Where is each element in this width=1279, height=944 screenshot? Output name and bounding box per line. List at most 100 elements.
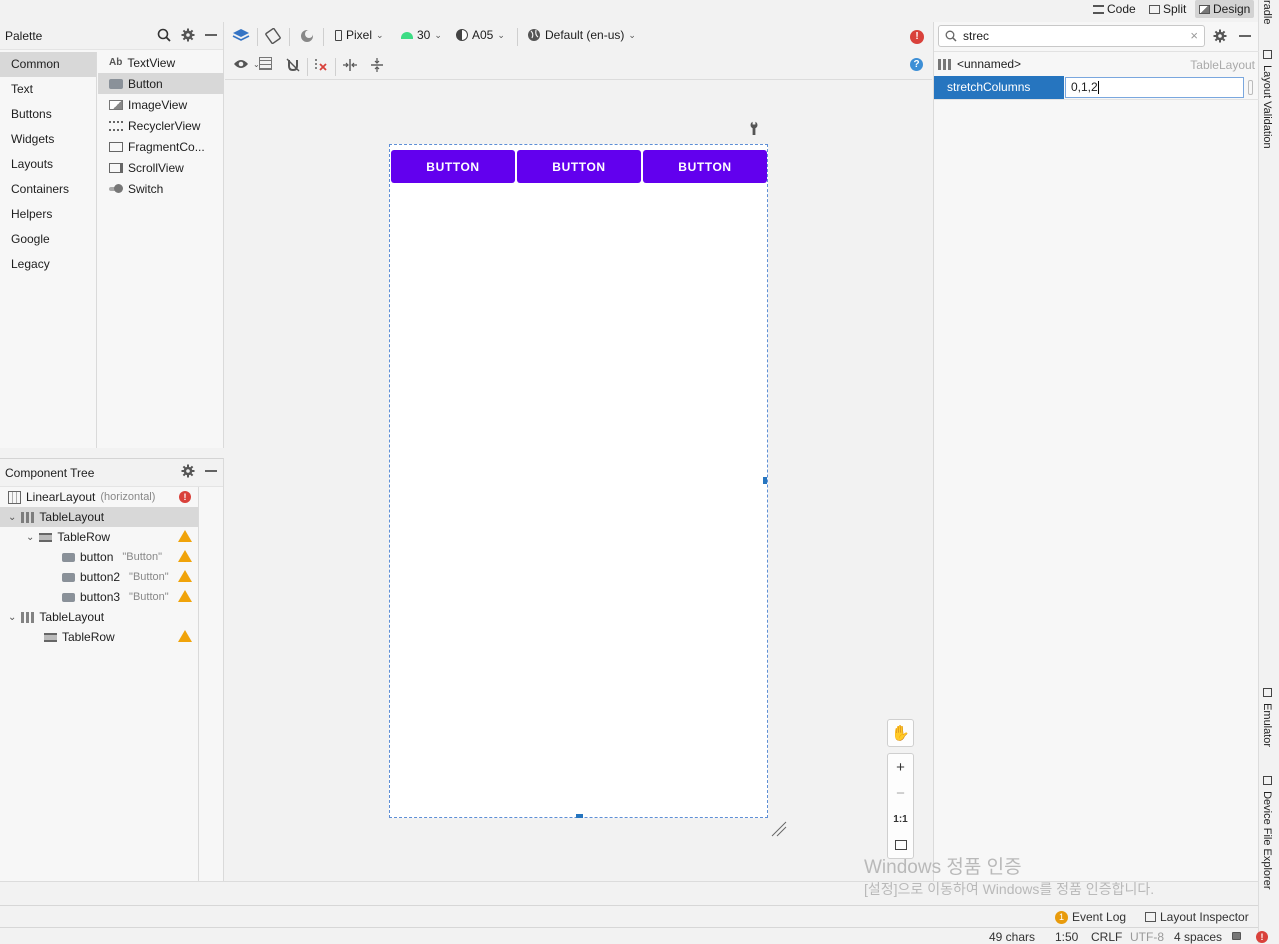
gear-icon[interactable] [181, 464, 195, 478]
device-selector[interactable]: Pixel ⌄ [335, 28, 384, 42]
zoom-out-button[interactable]: − [888, 780, 913, 806]
button-icon [62, 572, 75, 582]
fragment-icon [109, 141, 123, 152]
preview-button-3[interactable]: BUTTON [643, 150, 767, 183]
tool-window-bar: 1 Event Log Layout Inspector [0, 905, 1258, 927]
design-surface-button[interactable] [232, 28, 250, 44]
category-text[interactable]: Text [0, 77, 96, 102]
locale-selector[interactable]: Default (en-us) ⌄ [527, 28, 636, 42]
attribute-search-field[interactable]: strec × [938, 25, 1205, 47]
tree-node-tablelayout-2[interactable]: ⌄ TableLayout [8, 607, 104, 627]
lock-icon[interactable] [1232, 929, 1241, 943]
resize-handle-right[interactable] [763, 477, 767, 484]
warning-icon[interactable] [178, 550, 192, 562]
chevron-down-icon[interactable]: ⌄ [26, 532, 34, 543]
pan-tool[interactable]: ✋ [887, 719, 914, 747]
status-indent[interactable]: 4 spaces [1174, 930, 1222, 944]
status-line-separator[interactable]: CRLF [1091, 930, 1122, 944]
code-view-button[interactable]: Code [1089, 0, 1140, 18]
tree-node-button3[interactable]: button3 "Button" [62, 587, 169, 607]
warning-icon[interactable] [178, 570, 192, 582]
warning-icon[interactable] [178, 530, 192, 542]
layout-validation-tab[interactable]: Layout Validation [1261, 50, 1273, 149]
api-label: 30 [417, 28, 431, 42]
night-mode-button[interactable] [299, 28, 315, 44]
pack-horizontal-button[interactable] [342, 57, 358, 73]
help-button[interactable]: ? [910, 58, 923, 71]
status-encoding[interactable]: UTF-8 [1130, 930, 1164, 944]
layout-inspector-tab[interactable]: Layout Inspector [1145, 910, 1249, 924]
error-icon[interactable]: ! [910, 30, 924, 44]
category-common[interactable]: Common [0, 52, 96, 77]
attribute-value-text: 0,1,2 [1071, 80, 1098, 94]
palette-panel: Palette Common Text Buttons Widgets Layo… [0, 22, 224, 448]
minimize-icon[interactable] [1239, 29, 1251, 43]
view-options-button[interactable]: ⌄ [233, 58, 260, 70]
show-constraints-button[interactable] [259, 57, 272, 70]
tree-node-button[interactable]: button "Button" [62, 547, 162, 567]
tree-node-tablerow-2[interactable]: TableRow [44, 627, 115, 647]
gradle-tab[interactable]: radle [1261, 0, 1273, 24]
category-layouts[interactable]: Layouts [0, 152, 96, 177]
api-selector[interactable]: 30 ⌄ [401, 28, 442, 42]
layout-validation-icon [1262, 50, 1272, 59]
event-log-label: Event Log [1072, 910, 1127, 924]
vertical-align-icon [371, 58, 383, 72]
wrench-icon[interactable] [748, 121, 760, 135]
resize-handle-bottom[interactable] [576, 814, 583, 818]
theme-selector[interactable]: A05 ⌄ [456, 28, 505, 42]
category-widgets[interactable]: Widgets [0, 127, 96, 152]
preview-button-2[interactable]: BUTTON [517, 150, 641, 183]
minimize-icon[interactable] [205, 28, 217, 42]
device-file-explorer-label: Device File Explorer [1261, 791, 1273, 890]
autoconnect-button[interactable] [285, 57, 301, 73]
device-file-explorer-tab[interactable]: Device File Explorer [1261, 776, 1273, 889]
widget-switch[interactable]: Switch [98, 178, 224, 199]
clear-search-icon[interactable]: × [1190, 28, 1198, 43]
minimize-icon[interactable] [205, 464, 217, 478]
layout-preview[interactable]: BUTTON BUTTON BUTTON [389, 144, 768, 818]
chevron-down-icon[interactable]: ⌄ [8, 512, 16, 523]
category-legacy[interactable]: Legacy [0, 252, 96, 277]
preview-button-1[interactable]: BUTTON [391, 150, 515, 183]
widget-recyclerview[interactable]: RecyclerView [98, 115, 224, 136]
widget-button[interactable]: Button [98, 73, 224, 94]
attribute-picker-button[interactable] [1248, 80, 1253, 95]
palette-header-icons [157, 28, 217, 42]
widget-scrollview[interactable]: ScrollView [98, 157, 224, 178]
gear-icon[interactable] [1213, 29, 1227, 43]
attribute-value-input[interactable]: 0,1,2 [1065, 77, 1244, 98]
search-icon[interactable] [157, 28, 171, 42]
gear-icon[interactable] [181, 28, 195, 42]
category-containers[interactable]: Containers [0, 177, 96, 202]
clear-constraints-button[interactable] [313, 57, 329, 73]
category-buttons[interactable]: Buttons [0, 102, 96, 127]
category-helpers[interactable]: Helpers [0, 202, 96, 227]
error-icon[interactable]: ! [179, 491, 191, 503]
warning-icon[interactable] [178, 630, 192, 642]
tree-node-tablelayout[interactable]: ⌄ TableLayout [8, 507, 104, 527]
pack-vertical-button[interactable] [369, 57, 385, 73]
event-log-tab[interactable]: 1 Event Log [1055, 910, 1126, 924]
emulator-tab[interactable]: Emulator [1261, 688, 1273, 747]
orientation-button[interactable] [265, 28, 281, 44]
error-icon[interactable]: ! [1256, 931, 1268, 943]
warning-icon[interactable] [178, 590, 192, 602]
hand-icon[interactable]: ✋ [888, 720, 913, 746]
widget-imageview[interactable]: ImageView [98, 94, 224, 115]
attribute-name[interactable]: stretchColumns [934, 76, 1064, 99]
widget-fragmentcontainer[interactable]: FragmentCo... [98, 136, 224, 157]
category-google[interactable]: Google [0, 227, 96, 252]
widget-textview[interactable]: Ab TextView [98, 52, 224, 73]
tree-node-button2[interactable]: button2 "Button" [62, 567, 169, 587]
eye-icon [234, 60, 248, 68]
tree-node-linearlayout[interactable]: LinearLayout (horizontal) [8, 487, 155, 507]
resize-corner-icon[interactable] [770, 820, 788, 838]
status-caret-position[interactable]: 1:50 [1055, 930, 1078, 944]
zoom-actual-size-button[interactable]: 1:1 [888, 806, 913, 832]
tree-node-tablerow[interactable]: ⌄ TableRow [26, 527, 110, 547]
split-view-button[interactable]: Split [1145, 0, 1190, 18]
design-view-button[interactable]: Design [1195, 0, 1255, 18]
zoom-in-button[interactable]: + [888, 754, 913, 780]
chevron-down-icon[interactable]: ⌄ [8, 612, 16, 623]
